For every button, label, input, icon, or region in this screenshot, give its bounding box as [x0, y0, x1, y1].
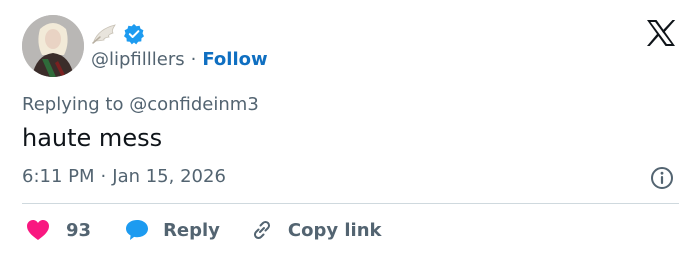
tweet-date: Jan 15, 2026: [112, 166, 226, 187]
copy-link-button[interactable]: Copy link: [250, 216, 382, 244]
reply-prefix: Replying to: [22, 94, 124, 115]
info-icon[interactable]: [650, 166, 674, 190]
tweet-time: 6:11 PM: [22, 166, 95, 187]
copy-link-label: Copy link: [287, 219, 382, 241]
like-count: 93: [66, 219, 92, 241]
reply-button[interactable]: Reply: [125, 216, 220, 244]
tweet-card: @lipfilllers · Follow Replying to @confi…: [0, 0, 700, 256]
user-handle[interactable]: @lipfilllers: [91, 49, 185, 71]
tweet-timestamp[interactable]: 6:11 PM · Jan 15, 2026: [22, 166, 226, 188]
x-logo-icon[interactable]: [645, 19, 677, 47]
link-icon: [253, 220, 270, 240]
wing-emoji-icon: [92, 24, 116, 44]
divider: [22, 203, 679, 204]
reply-mention-link[interactable]: @confideinm3: [129, 94, 259, 115]
avatar[interactable]: [22, 15, 84, 77]
reply-bubble-icon: [126, 220, 149, 240]
like-button[interactable]: 93: [22, 216, 91, 244]
reply-label: Reply: [163, 219, 220, 241]
action-bar: 93 Reply Copy link: [22, 216, 382, 244]
handle-row: @lipfilllers · Follow: [91, 49, 268, 71]
tweet-text: haute mess: [22, 124, 163, 152]
follow-button[interactable]: Follow: [202, 49, 267, 71]
badge-row: [91, 22, 145, 46]
replying-to-line: Replying to @confideinm3: [22, 94, 259, 116]
handle-separator: ·: [190, 49, 197, 70]
verified-badge-icon: [124, 24, 144, 45]
timestamp-separator: ·: [100, 166, 107, 187]
heart-icon: [27, 220, 49, 240]
